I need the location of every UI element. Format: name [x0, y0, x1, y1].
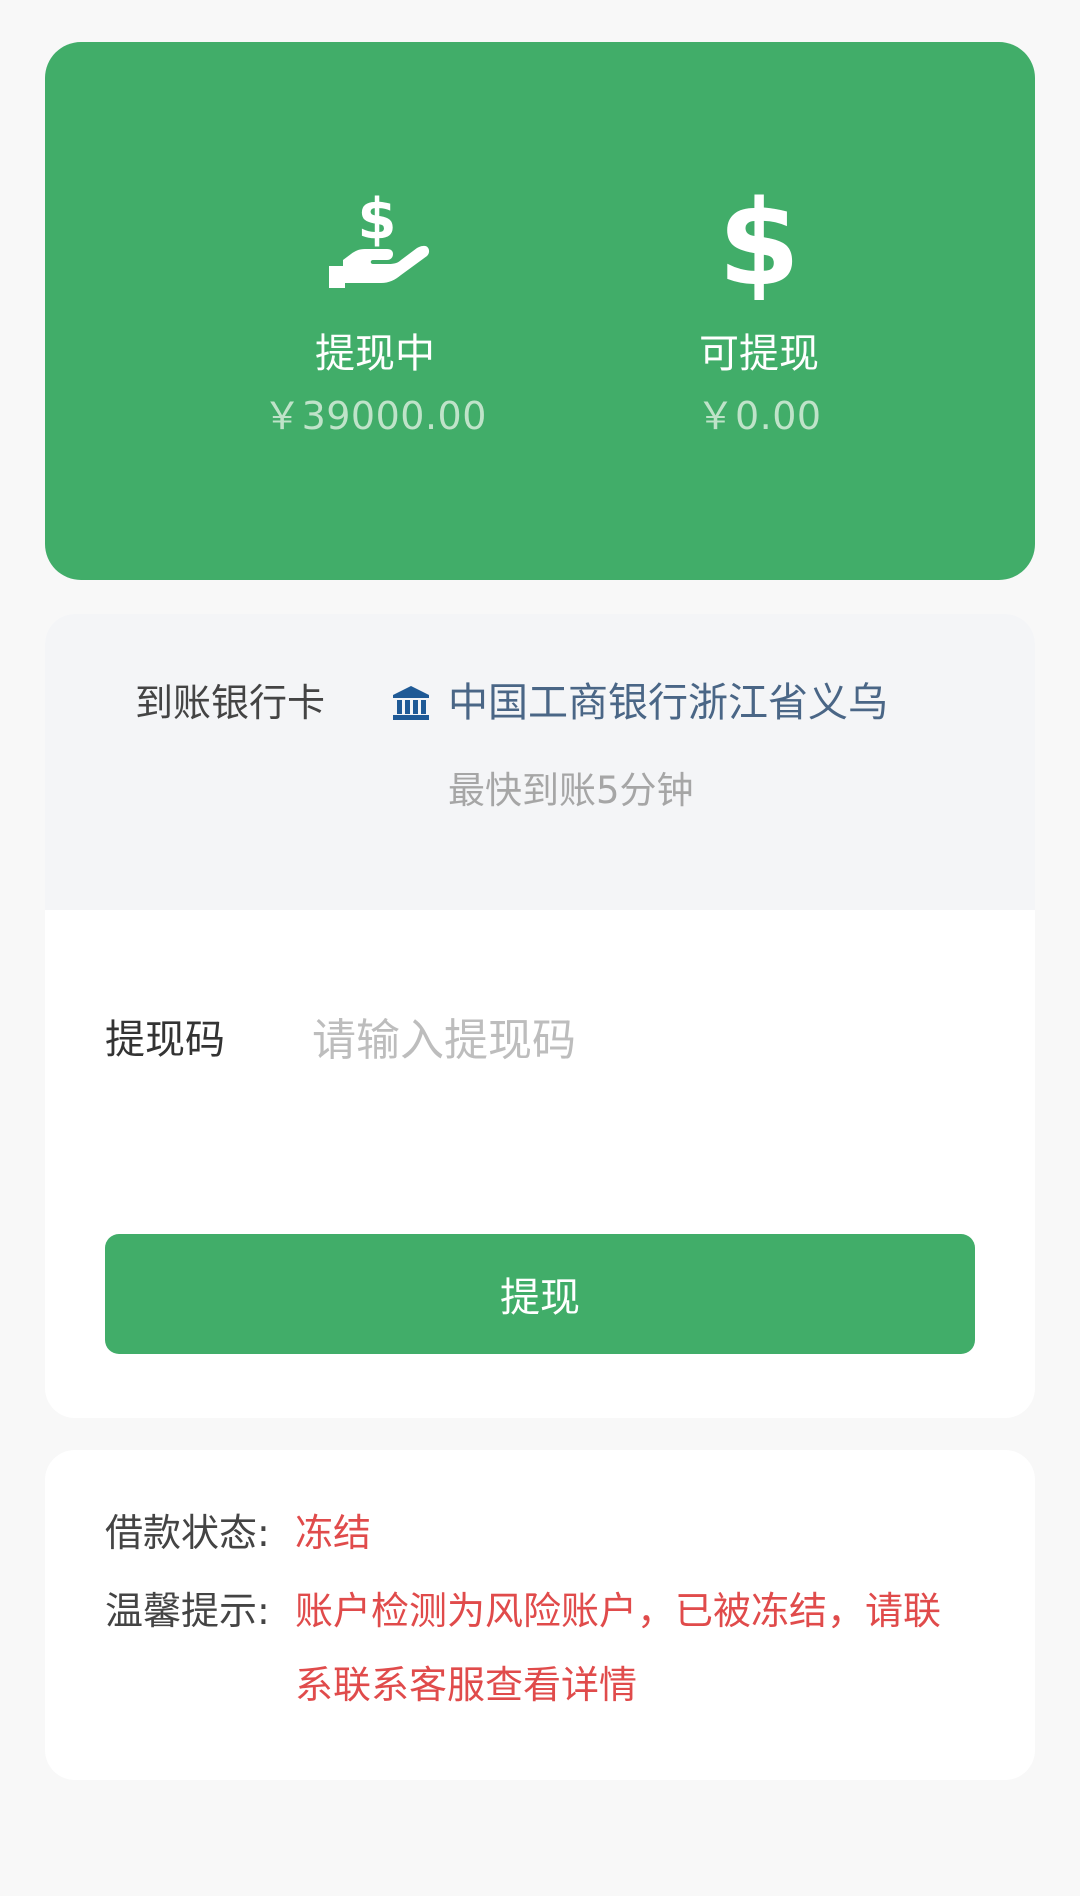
withdraw-code-label: 提现码 [105, 1017, 225, 1063]
withdrawing-amount: ￥39000.00 [263, 394, 487, 438]
withdraw-code-input[interactable] [312, 1004, 972, 1076]
hand-dollar-icon: $ [329, 187, 430, 288]
withdrawing-label: 提现中 [315, 331, 435, 377]
tip-text: 账户检测为风险账户，已被冻结，请联系联系客服查看详情 [295, 1589, 942, 1707]
withdraw-button[interactable]: 提现 [105, 1234, 975, 1354]
svg-text:$: $ [358, 187, 397, 252]
bank-card-section[interactable]: 到账银行卡 中国工商银行浙江省义乌 最快到账5分钟 [45, 614, 1035, 910]
available-label: 可提现 [699, 331, 819, 377]
withdraw-form-card: 到账银行卡 中国工商银行浙江省义乌 最快到账5分钟 提现码 提现 [45, 614, 1035, 1418]
svg-text:$: $ [718, 180, 800, 300]
arrival-time-hint: 最快到账5分钟 [448, 769, 694, 812]
loan-status-value: 冻结 [295, 1511, 372, 1555]
dollar-icon: $ [718, 180, 800, 300]
available-amount: ￥0.00 [696, 394, 822, 438]
bank-icon [393, 686, 429, 720]
balance-card: $ 提现中 ￥39000.00 $ 可提现 ￥0.00 [45, 42, 1035, 580]
tip-row: 温馨提示: 账户检测为风险账户，已被冻结，请联系联系客服查看详情 [105, 1574, 975, 1722]
account-status-card: 借款状态: 冻结 温馨提示: 账户检测为风险账户，已被冻结，请联系联系客服查看详… [45, 1450, 1035, 1780]
loan-status-label: 借款状态: [105, 1511, 270, 1555]
bank-card-selector[interactable]: 中国工商银行浙江省义乌 [390, 678, 945, 728]
loan-status-row: 借款状态: 冻结 [105, 1496, 975, 1570]
withdraw-page: $ 提现中 ￥39000.00 $ 可提现 ￥0.00 到账银行卡 中国工商银行… [0, 0, 1080, 1896]
available-balance: $ 可提现 ￥0.00 [564, 180, 954, 440]
tip-label: 温馨提示: [105, 1589, 270, 1633]
withdrawing-balance: $ 提现中 ￥39000.00 [180, 180, 570, 440]
bank-name: 中国工商银行浙江省义乌 [448, 680, 888, 726]
bank-card-label: 到账银行卡 [135, 681, 326, 725]
